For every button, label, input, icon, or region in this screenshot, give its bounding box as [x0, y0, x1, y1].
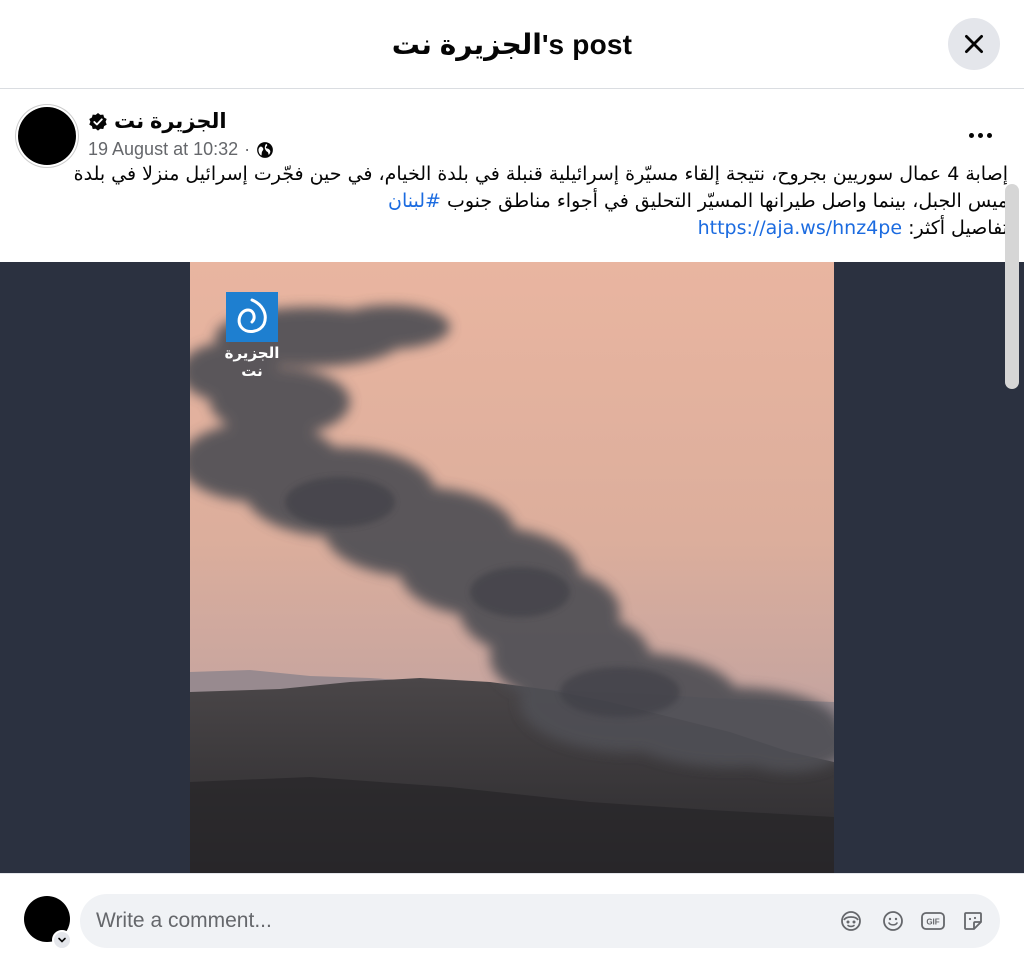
- page-avatar[interactable]: [18, 107, 76, 165]
- post-text-line-3: تفاصيل أكثر: https://aja.ws/hnz4pe: [18, 215, 1008, 242]
- sticker-button[interactable]: [960, 908, 986, 934]
- page-name[interactable]: الجزيرة نت: [114, 109, 227, 134]
- comment-box[interactable]: GIF: [80, 894, 1000, 948]
- post-image[interactable]: الجزيرة نت: [190, 262, 834, 873]
- post-scroll-area[interactable]: الجزيرة نت 19 August at 10:32 · إصابة 4 …: [0, 89, 1024, 873]
- verified-badge-icon: [89, 112, 107, 131]
- svg-text:GIF: GIF: [926, 918, 939, 927]
- post-meta: 19 August at 10:32 ·: [88, 139, 274, 160]
- gif-button[interactable]: GIF: [920, 908, 946, 934]
- gif-icon: GIF: [921, 912, 945, 930]
- aljazeera-logo: [226, 292, 278, 342]
- post-timestamp[interactable]: 19 August at 10:32: [88, 139, 238, 160]
- chevron-down-icon: [58, 937, 66, 943]
- media-container: الجزيرة نت: [0, 262, 1024, 873]
- comment-composer: GIF: [0, 873, 1024, 973]
- more-options-button[interactable]: [962, 123, 998, 147]
- meta-separator: ·: [244, 139, 251, 159]
- logo-caption: الجزيرة نت: [224, 344, 280, 380]
- close-icon: [965, 35, 983, 53]
- hashtag-link[interactable]: #لبنان: [388, 190, 441, 212]
- emoji-icon: [883, 911, 903, 931]
- sticker-icon: [964, 912, 982, 930]
- comment-input[interactable]: [96, 904, 796, 938]
- post-header: الجزيرة نت 19 August at 10:32 · إصابة 4 …: [0, 89, 1024, 262]
- avatar-sticker-icon: [841, 911, 861, 931]
- post-text-line-2: ميس الجبل، بينما واصل طيرانها المسيّر ال…: [387, 190, 1008, 212]
- dialog-title: الجزيرة نت's post: [391, 29, 633, 60]
- close-button[interactable]: [948, 18, 1000, 70]
- more-options-icon: [968, 132, 974, 138]
- switch-profile-button[interactable]: [52, 930, 72, 950]
- post-body-text: إصابة 4 عمال سوريين بجروح، نتيجة إلقاء م…: [18, 161, 1008, 242]
- scrollbar-thumb[interactable]: [1005, 184, 1019, 389]
- page-name-row: الجزيرة نت: [88, 109, 227, 134]
- avatar-sticker-button[interactable]: [838, 908, 864, 934]
- emoji-button[interactable]: [880, 908, 906, 934]
- details-label: تفاصيل أكثر:: [902, 217, 1008, 239]
- external-link[interactable]: https://aja.ws/hnz4pe: [698, 217, 902, 239]
- post-text-line-1: إصابة 4 عمال سوريين بجروح، نتيجة إلقاء م…: [73, 163, 1008, 185]
- globe-icon: [257, 141, 274, 158]
- post-dialog-header: الجزيرة نت's post: [0, 0, 1024, 89]
